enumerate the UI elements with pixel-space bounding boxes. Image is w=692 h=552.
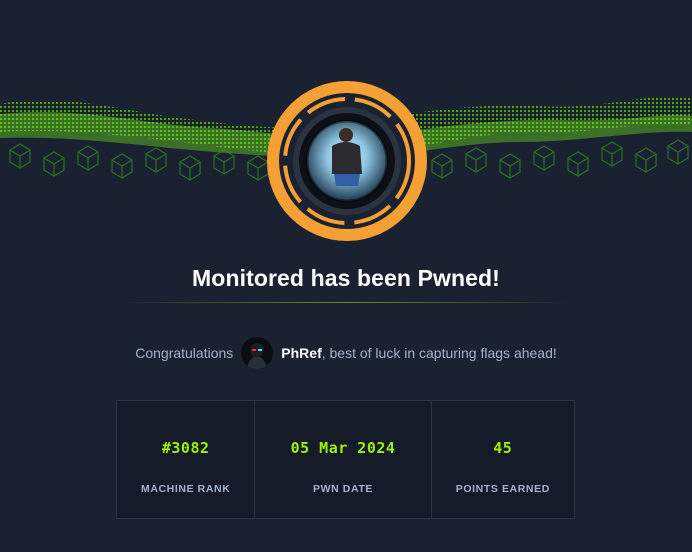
points-earned-label: POINTS EARNED bbox=[455, 483, 550, 495]
pwn-date-label: PWN DATE bbox=[312, 483, 374, 495]
congrats-prefix: Congratulations bbox=[135, 345, 234, 361]
stat-machine-rank: #3082 MACHINE RANK bbox=[117, 401, 256, 518]
stat-pwn-date: 05 Mar 2024 PWN DATE bbox=[255, 401, 432, 518]
username-link[interactable]: PhRef bbox=[281, 345, 321, 361]
page-title: Monitored has been Pwned! bbox=[192, 265, 500, 291]
user-avatar-icon[interactable] bbox=[241, 337, 274, 369]
title-divider bbox=[120, 302, 572, 303]
stat-points-earned: 45 POINTS EARNED bbox=[432, 401, 574, 518]
stats-panel: #3082 MACHINE RANK 05 Mar 2024 PWN DATE … bbox=[116, 400, 575, 519]
machine-rank-label: MACHINE RANK bbox=[140, 483, 231, 495]
points-earned-value: 45 bbox=[493, 439, 513, 457]
pwn-date-value: 05 Mar 2024 bbox=[290, 439, 396, 457]
congrats-message: Congratulations PhRef , best of luck in … bbox=[0, 336, 692, 370]
machine-rank-value: #3082 bbox=[161, 439, 210, 457]
machine-avatar-icon bbox=[266, 80, 428, 242]
congrats-suffix: , best of luck in capturing flags ahead! bbox=[321, 345, 557, 361]
